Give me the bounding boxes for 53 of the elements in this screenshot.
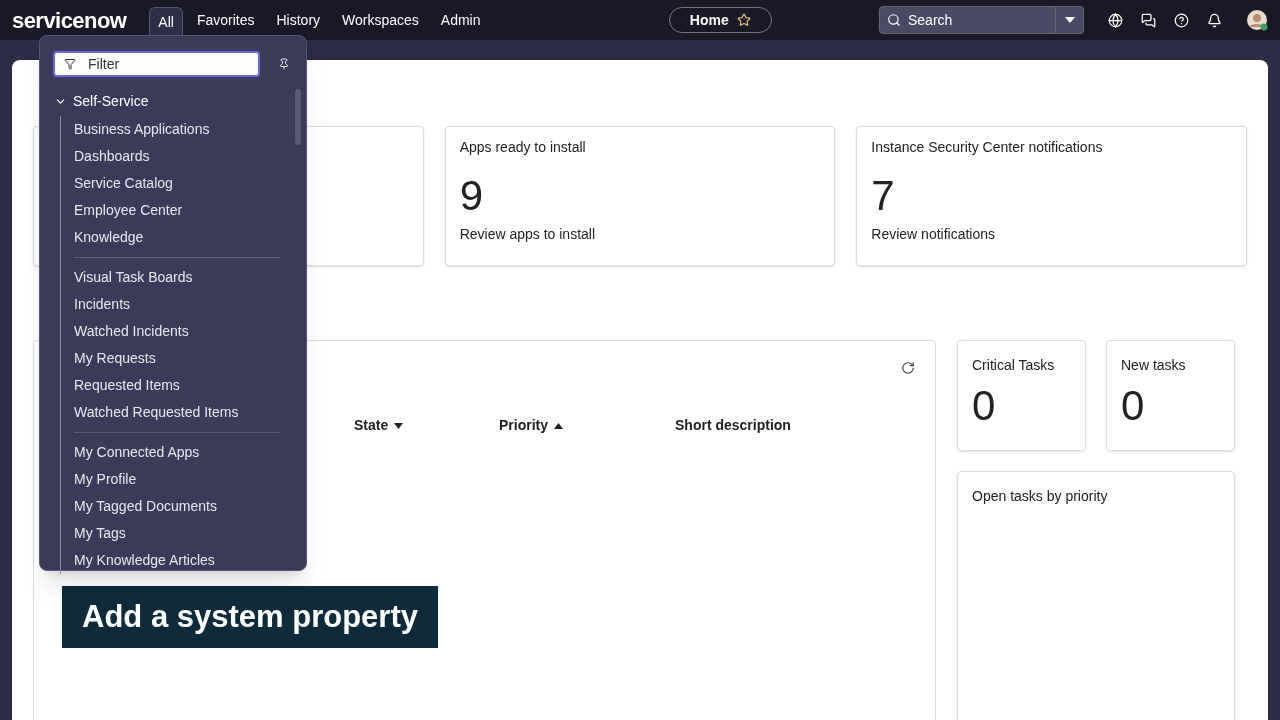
menu-item[interactable]: Requested Items [74, 372, 280, 399]
card-link[interactable]: Review notifications [871, 224, 1232, 245]
card-link[interactable]: Review apps to install [459, 224, 821, 245]
card-title: Instance Security Center notifications [871, 138, 1104, 157]
pin-icon[interactable] [278, 58, 290, 70]
menu-item[interactable]: Incidents [74, 291, 280, 318]
help-icon[interactable] [1174, 12, 1189, 28]
caret-icon [1064, 17, 1075, 23]
caption: Add a system property [62, 586, 438, 648]
menu-item[interactable]: Visual Task Boards [74, 264, 280, 291]
menu-item[interactable]: My Tags [74, 520, 280, 547]
nav-tab[interactable]: Favorites [188, 6, 263, 34]
menu-item[interactable]: Watched Incidents [74, 318, 280, 345]
avatar[interactable] [1246, 9, 1268, 31]
menu-item[interactable]: My Knowledge Articles [74, 547, 280, 574]
card-title: Critical Tasks [972, 356, 1056, 375]
card-value: 0 [1121, 381, 1146, 431]
card-value: 9 [459, 171, 484, 221]
menu-item[interactable]: My Profile [74, 466, 280, 493]
notifications-icon[interactable] [1207, 12, 1222, 28]
logo[interactable]: servicenow [12, 3, 127, 37]
section-toggle[interactable]: Self-Service [54, 91, 149, 112]
menu-item[interactable]: My Connected Apps [74, 439, 280, 466]
filter-field[interactable]: Filter [53, 51, 260, 77]
star-icon [736, 13, 751, 27]
nav-tab[interactable]: Workspaces [334, 6, 427, 34]
nav-tab[interactable]: History [268, 6, 329, 34]
globe-icon[interactable] [1108, 12, 1123, 28]
refresh-icon[interactable] [901, 361, 915, 375]
card-value: 0 [972, 381, 997, 431]
card-title: New tasks [1121, 356, 1187, 375]
card-title: Open tasks by priority [972, 487, 1109, 506]
chat-icon[interactable] [1141, 12, 1156, 28]
menu-item[interactable]: Dashboards [74, 143, 280, 170]
card-title: Apps ready to install [459, 138, 587, 157]
card-value: 7 [871, 171, 896, 221]
sort-up-icon [554, 422, 563, 429]
menu-item[interactable]: Knowledge [74, 224, 280, 251]
nav-tab[interactable]: All [149, 7, 183, 37]
search-field[interactable]: Search [879, 6, 1056, 34]
column-header[interactable]: Priority [499, 415, 675, 436]
search-dropdown-button[interactable] [1056, 6, 1084, 34]
menu-item[interactable]: Watched Requested Items [74, 399, 280, 426]
nav-tab[interactable]: Admin [432, 6, 489, 34]
menu-item[interactable]: My Tagged Documents [74, 493, 280, 520]
sort-down-icon [394, 422, 404, 429]
menu-item[interactable]: My Requests [74, 345, 280, 372]
menu-item[interactable]: Service Catalog [74, 170, 280, 197]
column-header[interactable]: State [354, 415, 499, 436]
menu-item[interactable]: Business Applications [74, 116, 280, 143]
menu-item[interactable]: Employee Center [74, 197, 280, 224]
scrollbar [295, 89, 301, 145]
column-header[interactable]: Short description [675, 415, 791, 436]
